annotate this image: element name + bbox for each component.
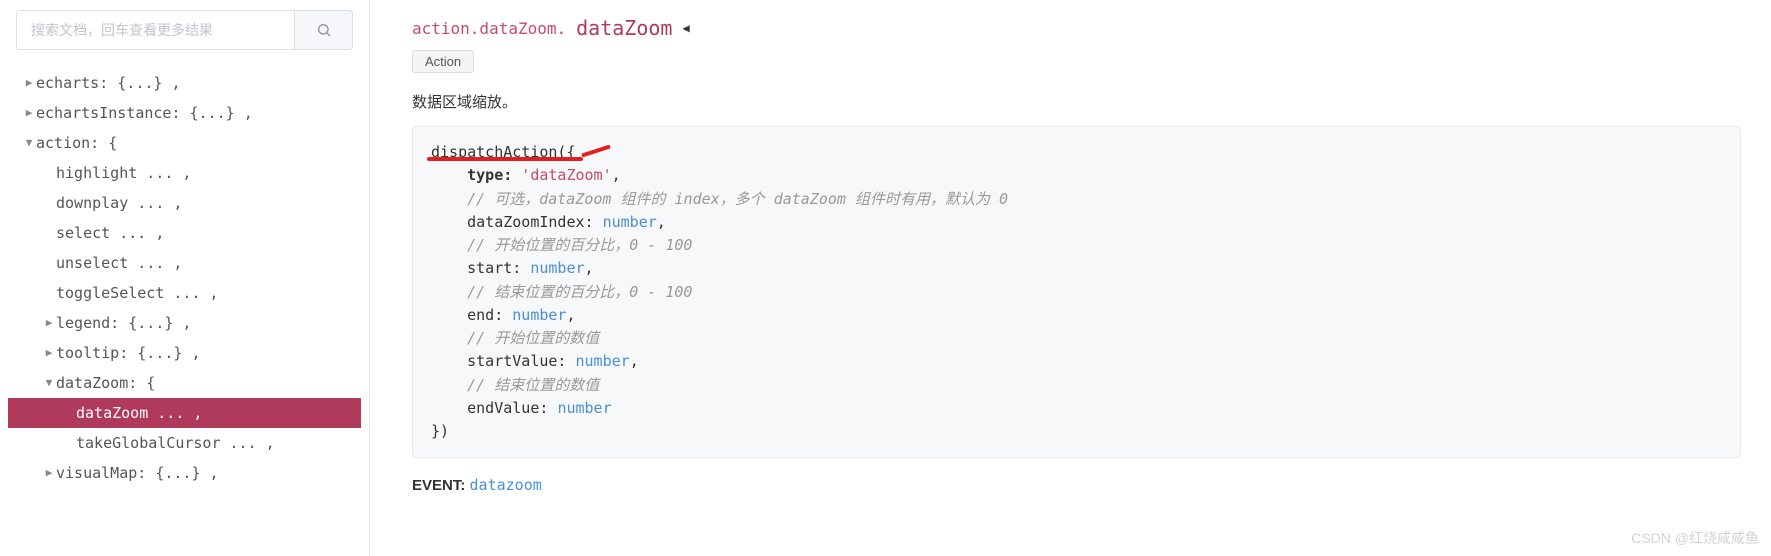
tree-item-legend[interactable]: ▶legend: {...} , bbox=[8, 308, 361, 338]
search-button[interactable] bbox=[295, 10, 353, 50]
breadcrumb-current: dataZoom bbox=[576, 16, 672, 40]
watermark: CSDN @红烧咸咸鱼 bbox=[1631, 528, 1759, 548]
tree-item-unselect[interactable]: unselect ... , bbox=[8, 248, 361, 278]
sidebar: ▶echarts: {...} , ▶echartsInstance: {...… bbox=[0, 0, 370, 556]
tree-label: select ... , bbox=[56, 218, 164, 248]
breadcrumb: action.dataZoom. dataZoom ◀ bbox=[412, 16, 1741, 40]
chevron-down-icon: ▼ bbox=[42, 372, 56, 394]
tree-label: action: { bbox=[36, 128, 117, 158]
chevron-right-icon: ▶ bbox=[42, 462, 56, 484]
event-label: EVENT: bbox=[412, 477, 465, 494]
main-content: action.dataZoom. dataZoom ◀ Action 数据区域缩… bbox=[370, 0, 1771, 556]
tree-item-echarts-instance[interactable]: ▶echartsInstance: {...} , bbox=[8, 98, 361, 128]
tree-item-action[interactable]: ▼action: { bbox=[8, 128, 361, 158]
tree-label: legend: {...} , bbox=[56, 308, 191, 338]
chevron-down-icon: ▼ bbox=[22, 132, 36, 154]
tree-label: takeGlobalCursor ... , bbox=[76, 428, 275, 458]
code-block: dispatchAction({ type: 'dataZoom', // 可选… bbox=[412, 126, 1741, 458]
search-input[interactable] bbox=[16, 10, 295, 50]
tree-label: echarts: {...} , bbox=[36, 68, 181, 98]
tree-item-highlight[interactable]: highlight ... , bbox=[8, 158, 361, 188]
tree-label: dataZoom ... , bbox=[76, 398, 202, 428]
event-line: EVENT: datazoom bbox=[412, 476, 1741, 494]
description: 数据区域缩放。 bbox=[412, 91, 1741, 112]
tree-item-takeglobalcursor[interactable]: takeGlobalCursor ... , bbox=[8, 428, 361, 458]
tree-label: unselect ... , bbox=[56, 248, 182, 278]
breadcrumb-path[interactable]: action.dataZoom. bbox=[412, 19, 566, 38]
type-badge: Action bbox=[412, 50, 474, 73]
event-link[interactable]: datazoom bbox=[470, 476, 542, 494]
tree-item-datazoom-datazoom[interactable]: dataZoom ... , bbox=[8, 398, 361, 428]
tree-label: echartsInstance: {...} , bbox=[36, 98, 253, 128]
chevron-right-icon: ▶ bbox=[42, 312, 56, 334]
annotation-underline bbox=[581, 144, 611, 157]
tree-item-downplay[interactable]: downplay ... , bbox=[8, 188, 361, 218]
tree-label: dataZoom: { bbox=[56, 368, 155, 398]
collapse-icon[interactable]: ◀ bbox=[682, 21, 689, 35]
tree-item-visualmap[interactable]: ▶visualMap: {...} , bbox=[8, 458, 361, 488]
search-bar bbox=[8, 10, 361, 50]
tree-item-datazoom[interactable]: ▼dataZoom: { bbox=[8, 368, 361, 398]
tree-item-toggleselect[interactable]: toggleSelect ... , bbox=[8, 278, 361, 308]
tree-label: downplay ... , bbox=[56, 188, 182, 218]
chevron-right-icon: ▶ bbox=[22, 72, 36, 94]
tree-label: visualMap: {...} , bbox=[56, 458, 219, 488]
tree-item-echarts[interactable]: ▶echarts: {...} , bbox=[8, 68, 361, 98]
nav-tree: ▶echarts: {...} , ▶echartsInstance: {...… bbox=[8, 68, 361, 488]
annotation-underline bbox=[427, 157, 583, 161]
tree-label: tooltip: {...} , bbox=[56, 338, 201, 368]
tree-label: toggleSelect ... , bbox=[56, 278, 219, 308]
tree-item-select[interactable]: select ... , bbox=[8, 218, 361, 248]
search-icon bbox=[316, 22, 332, 38]
tree-item-tooltip[interactable]: ▶tooltip: {...} , bbox=[8, 338, 361, 368]
chevron-right-icon: ▶ bbox=[42, 342, 56, 364]
tree-label: highlight ... , bbox=[56, 158, 191, 188]
chevron-right-icon: ▶ bbox=[22, 102, 36, 124]
